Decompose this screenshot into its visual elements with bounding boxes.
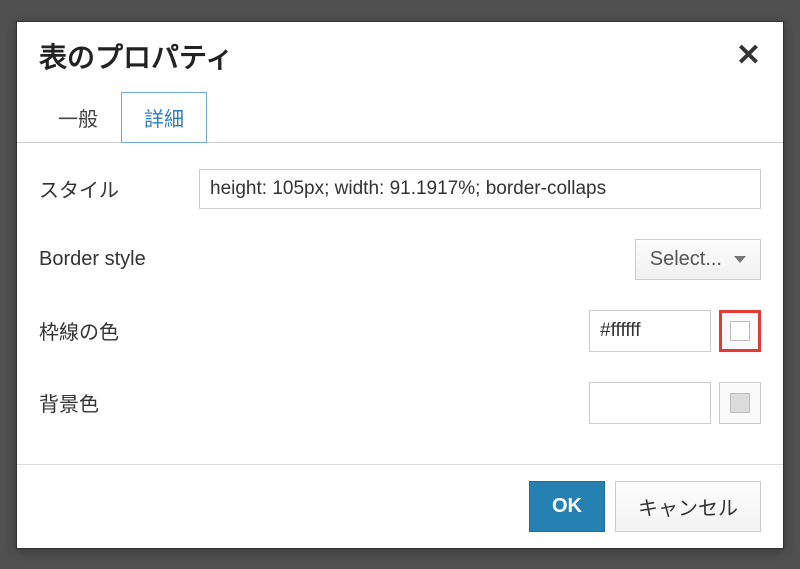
row-border-style: Border style Select... [39, 239, 761, 280]
label-background-color: 背景色 [39, 388, 199, 417]
background-color-picker-button[interactable] [719, 382, 761, 424]
row-style: スタイル [39, 169, 761, 209]
dialog-footer: OK キャンセル [17, 464, 783, 548]
border-color-input[interactable] [589, 310, 711, 352]
background-color-input[interactable] [589, 382, 711, 424]
color-swatch-icon [730, 393, 750, 413]
label-border-color: 枠線の色 [39, 316, 199, 345]
close-icon: ✕ [736, 39, 761, 72]
control-background-color [199, 382, 761, 424]
table-properties-dialog: 表のプロパティ ✕ 一般 詳細 スタイル Border style Select… [16, 21, 784, 549]
dialog-body: スタイル Border style Select... 枠線の色 [17, 143, 783, 464]
color-swatch-icon [730, 321, 750, 341]
border-style-select[interactable]: Select... [635, 239, 761, 280]
close-button[interactable]: ✕ [736, 41, 761, 71]
border-style-select-value: Select... [650, 248, 722, 271]
chevron-down-icon [734, 256, 746, 263]
control-style [199, 169, 761, 209]
control-border-color [199, 310, 761, 352]
tab-advanced[interactable]: 詳細 [121, 92, 207, 143]
ok-button[interactable]: OK [529, 481, 605, 532]
dialog-header: 表のプロパティ ✕ [17, 22, 783, 86]
tab-bar: 一般 詳細 [17, 92, 783, 143]
row-background-color: 背景色 [39, 382, 761, 424]
control-border-style: Select... [199, 239, 761, 280]
label-style: スタイル [39, 174, 199, 203]
border-color-picker-button[interactable] [719, 310, 761, 352]
tab-general[interactable]: 一般 [35, 92, 121, 143]
dialog-title: 表のプロパティ [39, 36, 233, 76]
cancel-button[interactable]: キャンセル [615, 481, 761, 532]
row-border-color: 枠線の色 [39, 310, 761, 352]
label-border-style: Border style [39, 248, 199, 271]
style-input[interactable] [199, 169, 761, 209]
